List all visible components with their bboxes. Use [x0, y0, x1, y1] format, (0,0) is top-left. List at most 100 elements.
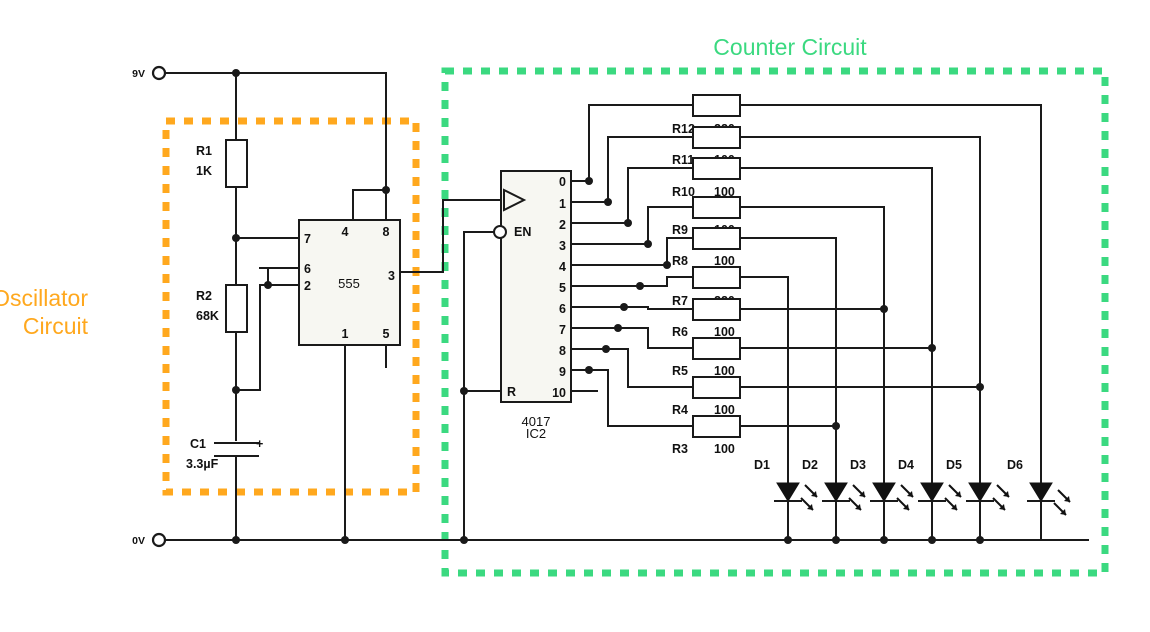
ic-4017-pin-0-label: 0 [559, 175, 566, 189]
ic-555-pin-4-label: 4 [342, 225, 349, 239]
resistor-r5-ref: R5 [672, 364, 688, 378]
junction-pin1-gnd [341, 536, 349, 544]
ic-4017-pin-6-label: 6 [559, 302, 566, 316]
ic-4017-pin-9-label: 9 [559, 365, 566, 379]
circuit-schematic: Oscillator Circuit Counter Circuit 9V 0V… [0, 34, 1109, 577]
led-d5-ref: D5 [946, 458, 962, 472]
terminal-9v [151, 65, 167, 81]
ic-555-pin-8-label: 8 [383, 225, 390, 239]
junction-d5-gnd [976, 536, 984, 544]
junction-9v-r1 [232, 69, 240, 77]
resistor-r7-ref: R7 [672, 294, 688, 308]
oscillator-group-title-line1: Oscillator [0, 285, 88, 311]
capacitor-c1-value: 3.3µF [186, 457, 219, 471]
junction-r6-d3 [880, 305, 888, 313]
resistor-r9-ref: R9 [672, 223, 688, 237]
led-d2-triangle-icon [824, 482, 848, 502]
junction-pin8 [602, 345, 610, 353]
junction-d2-gnd [832, 536, 840, 544]
resistor-r9-body [692, 196, 741, 219]
resistor-r3-body [692, 415, 741, 438]
terminal-0v [151, 532, 167, 548]
resistor-r4-value: 100 [714, 403, 735, 417]
resistor-r8-ref: R8 [672, 254, 688, 268]
ic-4017-pin-8-label: 8 [559, 344, 566, 358]
ic-555-label: 555 [338, 276, 360, 291]
junction-pin1 [604, 198, 612, 206]
resistor-r3-value: 100 [714, 442, 735, 456]
led-d6-triangle-icon [1029, 482, 1053, 502]
junction-r5-d4 [928, 344, 936, 352]
led-d5: D5 [946, 458, 1010, 544]
led-d3-ref: D3 [850, 458, 866, 472]
oscillator-group-title-line2: Circuit [23, 313, 89, 339]
ic-4017-enable-label: EN [514, 225, 531, 239]
led-d1-ref: D1 [754, 458, 770, 472]
resistor-r12-ref: R12 [672, 122, 695, 136]
resistor-r4-ref: R4 [672, 403, 688, 417]
resistor-r4-body [692, 376, 741, 399]
junction-r4-d5 [976, 383, 984, 391]
wire-r7-to-d1 [739, 276, 789, 484]
led-d3-triangle-icon [872, 482, 896, 502]
resistor-r6-value: 100 [714, 325, 735, 339]
ic-555-pin-7-label: 7 [304, 232, 311, 246]
junction-pin3 [644, 240, 652, 248]
ic-555-pin-6-label: 6 [304, 262, 311, 276]
resistor-r5-value: 100 [714, 364, 735, 378]
ic-4017-designator-label: IC2 [526, 426, 546, 441]
ic-4017-pin-10-label: 10 [552, 386, 566, 400]
rail-label-0v: 0V [132, 535, 145, 547]
ic-4017-pin-3-label: 3 [559, 239, 566, 253]
ic-555-pin-3-label: 3 [388, 269, 395, 283]
resistor-r7-body [692, 266, 741, 289]
rail-label-9v: 9V [132, 68, 145, 80]
junction-pin7 [614, 324, 622, 332]
junction-d1-gnd [784, 536, 792, 544]
junction-pin5 [636, 282, 644, 290]
ic-4017-pin-5-label: 5 [559, 281, 566, 295]
resistor-r10-body [692, 157, 741, 180]
resistor-r6-body [692, 298, 741, 321]
junction-pin6 [620, 303, 628, 311]
junction-pin2 [624, 219, 632, 227]
led-d1-triangle-icon [776, 482, 800, 502]
resistor-r1-body [225, 139, 248, 188]
led-d4-ref: D4 [898, 458, 914, 472]
led-d2-ref: D2 [802, 458, 818, 472]
schematic-canvas: Oscillator Circuit Counter Circuit 9V 0V… [0, 0, 1150, 632]
junction-pin4 [663, 261, 671, 269]
junction-c1-gnd [232, 536, 240, 544]
ic-4017-pin-7-label: 7 [559, 323, 566, 337]
ic-4017-pin-4-label: 4 [559, 260, 566, 274]
junction-d3-gnd [880, 536, 888, 544]
resistor-r10-ref: R10 [672, 185, 695, 199]
wire-pin4-to-pin8 [352, 189, 387, 221]
junction-enable-gnd [460, 536, 468, 544]
resistor-r3-ref: R3 [672, 442, 688, 456]
resistor-r6-ref: R6 [672, 325, 688, 339]
resistor-r2-body [225, 284, 248, 333]
resistor-r8-value: 100 [714, 254, 735, 268]
resistor-r1-ref: R1 [196, 144, 212, 158]
ic-4017-pin-2-label: 2 [559, 218, 566, 232]
resistor-r5-body [692, 337, 741, 360]
led-d4-triangle-icon [920, 482, 944, 502]
junction-reset-enable [460, 387, 468, 395]
ic-555-pin-1-label: 1 [342, 327, 349, 341]
wire-pin5-to-r7 [570, 276, 694, 287]
counter-group-title: Counter Circuit [713, 34, 867, 60]
enable-inverting-bubble-icon [493, 225, 507, 239]
wire-pin0-to-r12 [570, 104, 694, 182]
led-d5-triangle-icon [968, 482, 992, 502]
junction-r3-d2 [832, 422, 840, 430]
junction-d4-gnd [928, 536, 936, 544]
resistor-r11-body [692, 126, 741, 149]
wire-r9-to-d3 [739, 206, 885, 484]
wire-pin9-to-r3 [570, 369, 694, 427]
junction-pin2-pin6 [264, 281, 272, 289]
resistor-r12-body [692, 94, 741, 117]
ic-555-pin-2-label: 2 [304, 279, 311, 293]
resistor-r2-ref: R2 [196, 289, 212, 303]
wire-enable-to-gnd [463, 231, 495, 541]
